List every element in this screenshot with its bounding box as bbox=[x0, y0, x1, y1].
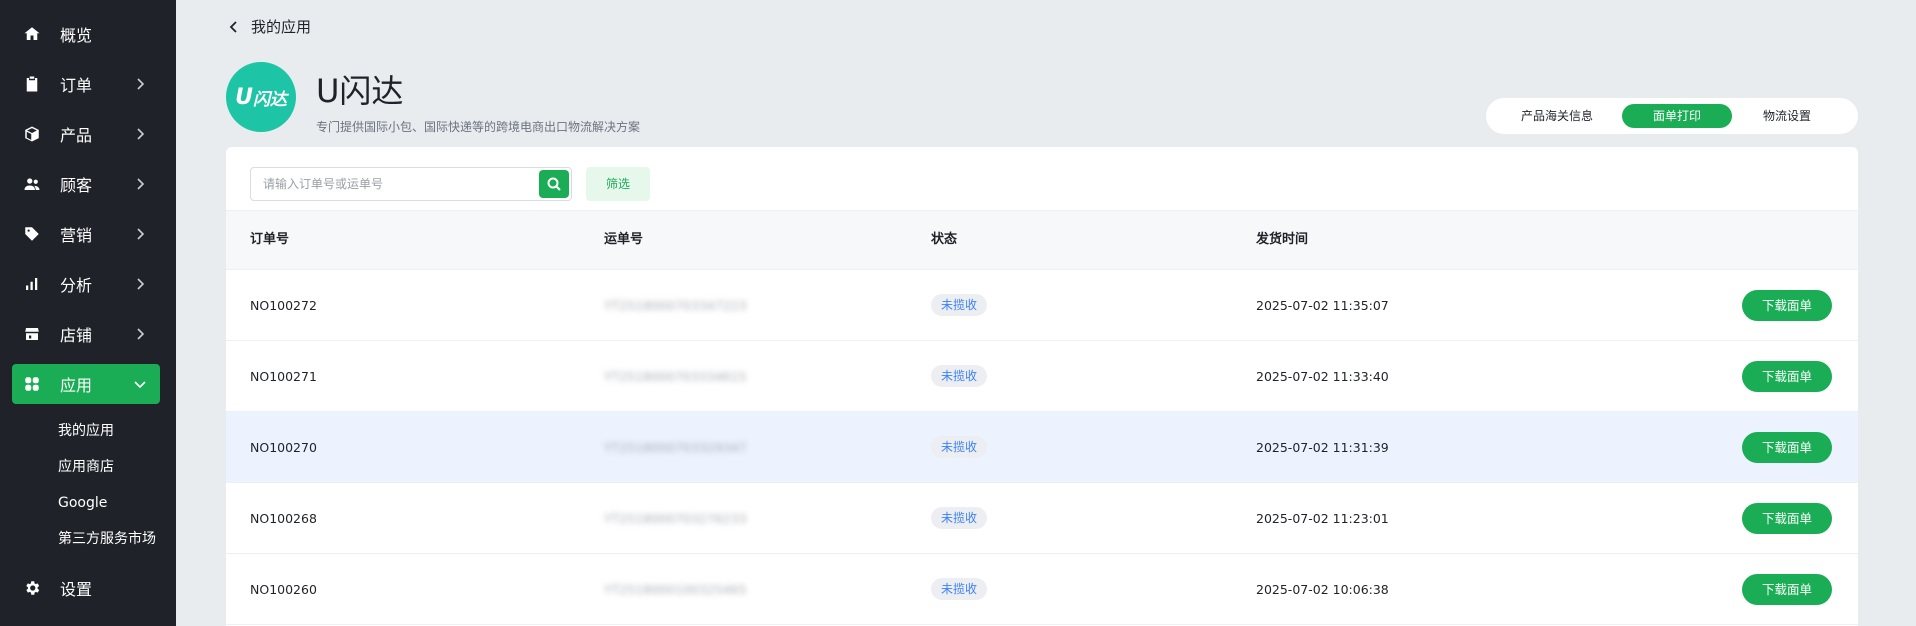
orders-panel: 筛选 订单号 运单号 状态 发货时间 NO100272 YT2518000703… bbox=[226, 147, 1858, 626]
search-button[interactable] bbox=[539, 170, 569, 198]
waybill-number: YT2518000703276233 bbox=[604, 511, 747, 526]
status-badge: 未揽收 bbox=[931, 365, 988, 387]
order-number: NO100260 bbox=[250, 582, 317, 597]
clipboard-icon bbox=[22, 74, 42, 94]
sidebar-item-overview[interactable]: 概览 bbox=[12, 14, 160, 54]
status-badge: 未揽收 bbox=[931, 294, 988, 316]
column-header-ship-time: 发货时间 bbox=[1256, 232, 1309, 247]
sidebar-item-store[interactable]: 店铺 bbox=[12, 314, 160, 354]
tab-customs-info[interactable]: 产品海关信息 bbox=[1492, 104, 1622, 128]
sidebar-subitem-google[interactable]: Google bbox=[58, 491, 107, 515]
column-header-status: 状态 bbox=[931, 232, 958, 247]
order-number: NO100272 bbox=[250, 298, 317, 313]
sidebar-item-products[interactable]: 产品 bbox=[12, 114, 160, 154]
chevron-left-icon bbox=[229, 20, 237, 33]
app-description: 专门提供国际小包、国际快递等的跨境电商出口物流解决方案 bbox=[316, 120, 641, 134]
sidebar: 概览 订单 产品 顾客 营销 分析 店铺 应用 我的应用 应用商店 Google… bbox=[0, 0, 176, 626]
page-scrollbar[interactable] bbox=[1910, 0, 1916, 626]
sidebar-item-customers[interactable]: 顾客 bbox=[12, 164, 160, 204]
ship-time: 2025-07-02 10:06:38 bbox=[1256, 582, 1389, 597]
app-logo: U 闪达 bbox=[226, 62, 296, 132]
sidebar-item-label: 应用 bbox=[60, 376, 93, 395]
chevron-right-icon bbox=[132, 176, 148, 192]
ship-time: 2025-07-02 11:23:01 bbox=[1256, 511, 1389, 526]
gear-icon bbox=[22, 578, 42, 598]
waybill-number: YT2518000100325465 bbox=[604, 582, 747, 597]
back-link-label: 我的应用 bbox=[251, 18, 312, 36]
sidebar-item-marketing[interactable]: 营销 bbox=[12, 214, 160, 254]
sidebar-subitem-third-party[interactable]: 第三方服务市场 bbox=[58, 527, 156, 551]
sidebar-item-analytics[interactable]: 分析 bbox=[12, 264, 160, 304]
chevron-right-icon bbox=[132, 276, 148, 292]
sidebar-item-label: 概览 bbox=[60, 26, 93, 45]
back-link[interactable]: 我的应用 bbox=[227, 16, 311, 37]
sidebar-subitem-my-apps[interactable]: 我的应用 bbox=[58, 419, 114, 443]
sidebar-item-orders[interactable]: 订单 bbox=[12, 64, 160, 104]
chevron-down-icon bbox=[132, 376, 148, 392]
chevron-right-icon bbox=[132, 126, 148, 142]
waybill-number: YT2518000703329347 bbox=[604, 440, 747, 455]
search-input[interactable] bbox=[251, 168, 539, 200]
order-number: NO100270 bbox=[250, 440, 317, 455]
ship-time: 2025-07-02 11:35:07 bbox=[1256, 298, 1389, 313]
table-row: NO100271 YT2518000703334615 未揽收 2025-07-… bbox=[226, 341, 1858, 412]
download-label-button[interactable]: 下载面单 bbox=[1742, 503, 1832, 534]
home-icon bbox=[22, 24, 42, 44]
table-row: NO100270 YT2518000703329347 未揽收 2025-07-… bbox=[226, 412, 1858, 483]
sidebar-subitem-app-store[interactable]: 应用商店 bbox=[58, 455, 114, 479]
tab-label-print[interactable]: 面单打印 bbox=[1622, 104, 1732, 128]
status-badge: 未揽收 bbox=[931, 578, 988, 600]
page-title: U闪达 bbox=[316, 72, 404, 110]
status-badge: 未揽收 bbox=[931, 436, 988, 458]
chevron-right-icon bbox=[132, 326, 148, 342]
sidebar-item-label: 订单 bbox=[60, 76, 93, 95]
ship-time: 2025-07-02 11:31:39 bbox=[1256, 440, 1389, 455]
sidebar-item-label: 营销 bbox=[60, 226, 93, 245]
ship-time: 2025-07-02 11:33:40 bbox=[1256, 369, 1389, 384]
sidebar-item-label: 产品 bbox=[60, 126, 93, 145]
users-icon bbox=[22, 174, 42, 194]
sidebar-item-label: 分析 bbox=[60, 276, 93, 295]
table-row: NO100260 YT2518000100325465 未揽收 2025-07-… bbox=[226, 554, 1858, 625]
sidebar-item-label: 设置 bbox=[60, 580, 93, 599]
filter-button[interactable]: 筛选 bbox=[586, 167, 650, 201]
download-label-button[interactable]: 下载面单 bbox=[1742, 361, 1832, 392]
column-header-waybill: 运单号 bbox=[604, 232, 644, 247]
status-badge: 未揽收 bbox=[931, 507, 988, 529]
tab-group: 产品海关信息 面单打印 物流设置 bbox=[1486, 98, 1858, 134]
sidebar-item-label: 店铺 bbox=[60, 326, 93, 345]
order-number: NO100271 bbox=[250, 369, 317, 384]
box-icon bbox=[22, 124, 42, 144]
bar-chart-icon bbox=[22, 274, 42, 294]
download-label-button[interactable]: 下载面单 bbox=[1742, 574, 1832, 605]
download-label-button[interactable]: 下载面单 bbox=[1742, 290, 1832, 321]
column-header-order: 订单号 bbox=[250, 232, 290, 247]
search-box bbox=[250, 167, 572, 201]
chevron-right-icon bbox=[132, 76, 148, 92]
search-icon bbox=[547, 177, 561, 191]
sidebar-item-apps[interactable]: 应用 bbox=[12, 364, 160, 404]
table-row: NO100272 YT2518000703347223 未揽收 2025-07-… bbox=[226, 270, 1858, 341]
apps-icon bbox=[22, 374, 42, 394]
tag-icon bbox=[22, 224, 42, 244]
store-icon bbox=[22, 324, 42, 344]
table-row: NO100268 YT2518000703276233 未揽收 2025-07-… bbox=[226, 483, 1858, 554]
chevron-right-icon bbox=[132, 226, 148, 242]
table-header: 订单号 运单号 状态 发货时间 bbox=[226, 210, 1858, 270]
sidebar-item-settings[interactable]: 设置 bbox=[12, 568, 160, 608]
waybill-number: YT2518000703334615 bbox=[604, 369, 747, 384]
tab-logistics-settings[interactable]: 物流设置 bbox=[1732, 104, 1842, 128]
order-number: NO100268 bbox=[250, 511, 317, 526]
download-label-button[interactable]: 下载面单 bbox=[1742, 432, 1832, 463]
sidebar-item-label: 顾客 bbox=[60, 176, 93, 195]
waybill-number: YT2518000703347223 bbox=[604, 298, 747, 313]
